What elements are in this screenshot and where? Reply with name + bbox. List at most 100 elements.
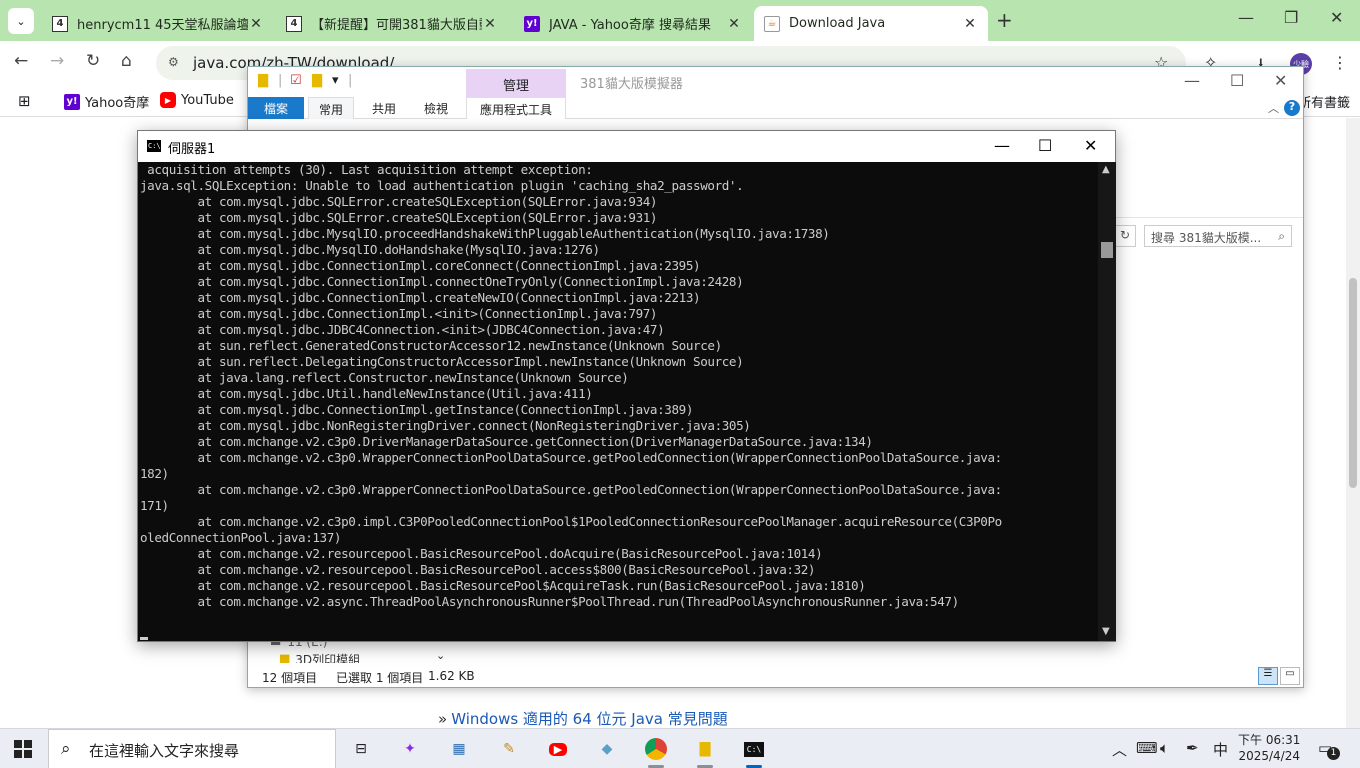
console-icon: C:\ xyxy=(147,140,161,152)
paint-icon[interactable]: ✎ xyxy=(496,736,522,762)
tab-view[interactable]: 檢視 xyxy=(416,97,456,119)
bookmark-youtube[interactable]: ▶ YouTube xyxy=(160,92,234,108)
file-explorer-icon[interactable]: ▇ xyxy=(692,736,718,768)
minimize-icon[interactable]: — xyxy=(994,136,1010,155)
yahoo-icon: y! xyxy=(524,15,540,32)
explorer-title: 381貓大版模擬器 xyxy=(580,77,683,92)
task-view-icon[interactable]: ⊟ xyxy=(348,736,374,762)
details-view-button[interactable]: ☰ xyxy=(1258,667,1278,685)
doc-icon: 4 xyxy=(52,15,68,32)
selected-size: 1.62 KB xyxy=(428,669,475,683)
maximize-icon[interactable]: ☐ xyxy=(1038,136,1052,155)
browser-tab-active[interactable]: ☕ Download Java ✕ xyxy=(754,6,988,41)
clock-time: 下午 06:31 xyxy=(1238,733,1301,747)
tree-item-folder[interactable]: ▇ 3D列印模組 xyxy=(270,651,360,663)
chevron-up-icon[interactable]: ︿ xyxy=(1112,739,1127,760)
browser-tab-strip: ⌄ 4 henrycm11 45天堂私服論壇 ✕ 4 【新提醒】可開381貓大版… xyxy=(0,0,1360,41)
console-output[interactable]: acquisition attempts (30). Last acquisit… xyxy=(140,162,1098,641)
large-icons-icon: ▭ xyxy=(1285,668,1295,679)
console-scrollbar[interactable]: ▲ ▼ xyxy=(1098,162,1116,641)
close-icon[interactable]: ✕ xyxy=(248,16,264,32)
browser-tab[interactable]: 4 henrycm11 45天堂私服論壇 ✕ xyxy=(42,6,274,41)
close-icon[interactable]: ✕ xyxy=(482,16,498,32)
apps-icon[interactable]: ⊞ xyxy=(18,92,31,110)
restore-icon[interactable]: ❐ xyxy=(1284,8,1298,27)
tab-app-tools[interactable]: 應用程式工具 xyxy=(466,97,566,119)
site-info-icon[interactable]: ⚙ xyxy=(168,55,182,69)
taskbar-search-box[interactable]: ⌕ 在這裡輸入文字來搜尋 xyxy=(48,729,336,768)
faq-link[interactable]: » Windows 適用的 64 位元 Java 常見問題 xyxy=(438,708,728,729)
tab-file[interactable]: 檔案 xyxy=(248,97,304,119)
properties-icon[interactable]: ☑ xyxy=(290,73,302,88)
calculator-icon[interactable]: ▦ xyxy=(446,736,472,762)
back-icon[interactable]: ← xyxy=(14,51,28,71)
selected-count: 已選取 1 個項目 xyxy=(336,671,424,685)
scrollbar-thumb[interactable] xyxy=(1101,242,1113,258)
console-text: acquisition attempts (30). Last acquisit… xyxy=(140,162,1002,609)
menu-icon[interactable]: ⋮ xyxy=(1332,53,1348,72)
app-icon[interactable]: ◆ xyxy=(594,736,620,762)
tab-home[interactable]: 常用 xyxy=(308,97,354,119)
yahoo-icon: y! xyxy=(64,93,80,110)
chrome-icon[interactable] xyxy=(643,736,669,768)
tab-share[interactable]: 共用 xyxy=(364,97,404,119)
explorer-search-input[interactable]: 搜尋 381貓大版模... ⌕ xyxy=(1144,225,1292,247)
clock[interactable]: 下午 06:31 2025/4/24 xyxy=(1238,732,1300,764)
chevron-down-icon: ⌄ xyxy=(16,14,26,28)
start-button[interactable] xyxy=(14,740,32,758)
collapse-ribbon-icon[interactable]: ︿ xyxy=(1268,100,1279,116)
forward-icon[interactable]: → xyxy=(50,51,64,71)
pen-icon[interactable]: ✒ xyxy=(1186,739,1199,757)
help-icon[interactable]: ? xyxy=(1284,100,1300,116)
scroll-up-icon[interactable]: ▲ xyxy=(1102,164,1110,175)
ime-indicator[interactable]: 中 xyxy=(1213,739,1228,760)
all-bookmarks[interactable]: 所有書籤 xyxy=(1298,92,1350,111)
minimize-icon[interactable]: — xyxy=(1238,8,1254,27)
refresh-icon[interactable]: ↻ xyxy=(1114,225,1136,247)
reload-icon[interactable]: ↻ xyxy=(86,51,100,71)
manage-tab[interactable]: 管理 xyxy=(466,69,566,97)
close-icon[interactable]: ✕ xyxy=(1084,136,1097,155)
copilot-icon[interactable]: ✦ xyxy=(397,736,423,762)
browser-tab-title: Download Java xyxy=(789,16,886,31)
plus-icon: + xyxy=(996,8,1013,32)
browser-tab-title: henrycm11 45天堂私服論壇 xyxy=(77,18,248,33)
notification-icon[interactable]: ▭ 1 xyxy=(1318,739,1340,760)
scroll-down-icon[interactable]: ▼ xyxy=(1102,626,1110,637)
volume-icon[interactable]: 🔈︎ xyxy=(1160,739,1169,757)
youtube-icon: ▶ xyxy=(160,92,176,108)
home-icon[interactable]: ⌂ xyxy=(121,51,132,71)
bookmark-yahoo[interactable]: y! Yahoo奇摩 xyxy=(64,92,149,111)
close-icon[interactable]: ✕ xyxy=(726,16,742,32)
scrollbar-thumb[interactable] xyxy=(1349,278,1357,488)
folder-icon: ▇ xyxy=(280,653,290,663)
search-icon: ⌕ xyxy=(1278,229,1285,243)
clock-date: 2025/4/24 xyxy=(1238,749,1300,763)
network-icon[interactable]: ⌨ xyxy=(1136,739,1158,757)
close-icon[interactable]: ✕ xyxy=(1274,71,1287,90)
new-folder-icon[interactable]: ▇ xyxy=(312,73,322,88)
browser-tab[interactable]: 4 【新提醒】可開381貓大版自動 ✕ xyxy=(276,6,508,41)
page-scrollbar[interactable] xyxy=(1346,118,1360,728)
browser-tab-title: 【新提醒】可開381貓大版自動 xyxy=(311,18,482,33)
new-tab-button[interactable]: + xyxy=(996,8,1013,32)
chevron-down-icon[interactable]: ▾ xyxy=(332,73,339,88)
close-icon[interactable]: ✕ xyxy=(962,16,978,32)
minimize-icon[interactable]: — xyxy=(1184,71,1200,90)
close-window-icon[interactable]: ✕ xyxy=(1330,8,1343,27)
terminal-icon[interactable]: C:\ xyxy=(741,736,767,768)
details-view-icon: ☰ xyxy=(1263,668,1273,679)
tab-search-button[interactable]: ⌄ xyxy=(8,8,34,34)
explorer-ribbon-tabs: 檔案 常用 共用 檢視 應用程式工具 ︿ xyxy=(248,97,1303,119)
browser-tab[interactable]: y! JAVA - Yahoo奇摩 搜尋結果 ✕ xyxy=(514,6,752,41)
console-title: 伺服器1 xyxy=(168,142,216,157)
console-titlebar: C:\ 伺服器1 — ☐ ✕ xyxy=(138,131,1115,162)
maximize-icon[interactable]: ☐ xyxy=(1230,71,1244,90)
item-count: 12 個項目 xyxy=(262,671,318,685)
youtube-icon[interactable]: ▶ xyxy=(545,736,571,762)
search-icon: ⌕ xyxy=(61,739,71,759)
console-cursor xyxy=(140,637,148,640)
large-icons-view-button[interactable]: ▭ xyxy=(1280,667,1300,685)
browser-tab-title: JAVA - Yahoo奇摩 搜尋結果 xyxy=(549,18,711,33)
scroll-down-icon[interactable]: ⌄ xyxy=(436,649,445,662)
